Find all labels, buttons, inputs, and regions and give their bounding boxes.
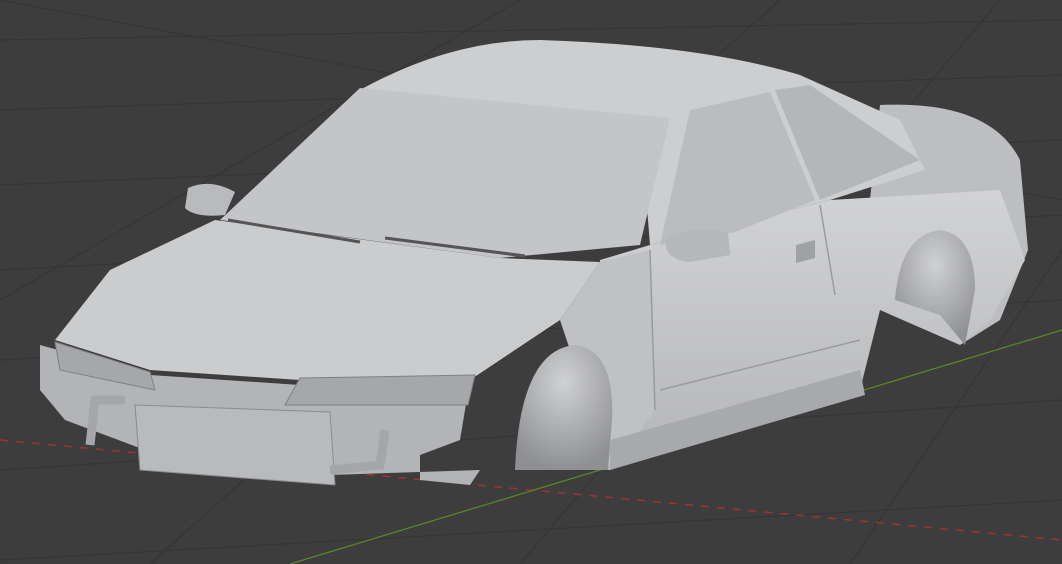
car-body-model[interactable] [40, 40, 1028, 486]
headlight-right [284, 374, 476, 406]
intercooler [134, 404, 336, 486]
mirror-left [185, 183, 235, 216]
viewport-canvas[interactable] [0, 0, 1062, 564]
front-wheel-well [515, 345, 613, 470]
3d-viewport[interactable] [0, 0, 1062, 564]
